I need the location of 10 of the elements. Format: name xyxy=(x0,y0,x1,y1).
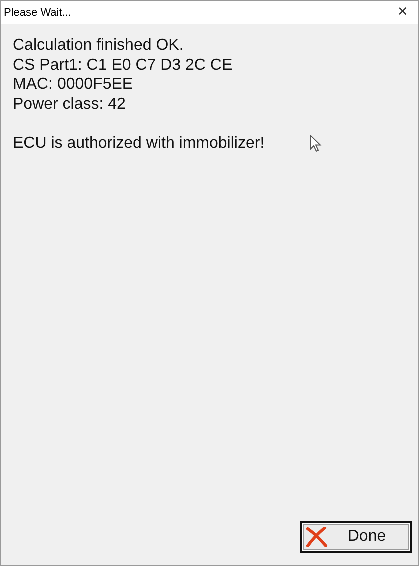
cancel-x-icon xyxy=(306,527,328,547)
message-line: MAC: 0000F5EE xyxy=(13,75,134,94)
message-line: CS Part1: C1 E0 C7 D3 2C CE xyxy=(13,56,233,75)
message-line: Power class: 42 xyxy=(13,94,126,114)
result-message: ECU is authorized with immobilizer! xyxy=(13,134,265,153)
done-button[interactable]: Done xyxy=(300,521,412,553)
close-button[interactable]: ✕ xyxy=(388,1,418,24)
window-title: Please Wait... xyxy=(4,6,72,18)
message-line: Calculation finished OK. xyxy=(13,36,184,56)
mouse-pointer-icon xyxy=(310,135,322,153)
